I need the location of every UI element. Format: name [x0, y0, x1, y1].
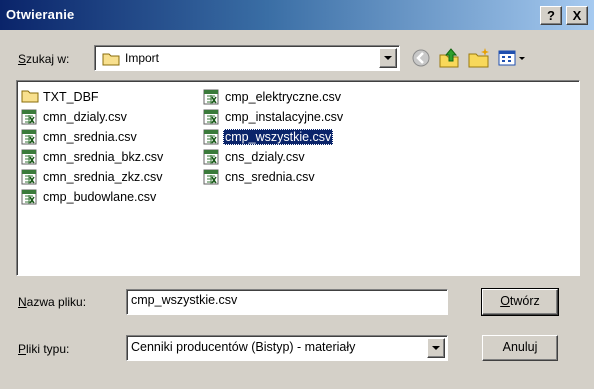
- file-name: cmp_wszystkie.csv: [223, 129, 334, 145]
- csv-file-icon: [21, 189, 39, 205]
- look-in-value: Import: [125, 51, 160, 65]
- back-icon[interactable]: [408, 45, 434, 71]
- csv-file-icon: [21, 129, 39, 145]
- folder-icon: [21, 89, 39, 105]
- list-item[interactable]: cmp_budowlane.csv: [21, 187, 165, 207]
- file-name: cns_dzialy.csv: [225, 150, 305, 164]
- file-name: cns_srednia.csv: [225, 170, 315, 184]
- filename-label: Nazwa pliku:: [18, 295, 87, 309]
- window-title: Otwieranie: [6, 7, 75, 22]
- list-item[interactable]: cmn_dzialy.csv: [21, 107, 165, 127]
- up-folder-icon[interactable]: [436, 45, 462, 71]
- close-button[interactable]: X: [566, 6, 588, 25]
- csv-file-icon: [203, 109, 221, 125]
- list-item[interactable]: cmn_srednia_bkz.csv: [21, 147, 165, 167]
- folder-icon: [102, 52, 120, 69]
- file-name: cmn_srednia.csv: [43, 130, 137, 144]
- file-name: cmp_elektryczne.csv: [225, 90, 342, 104]
- file-column-1: TXT_DBF cmn_dzialy.csv cmn_srednia.csv cmn_…: [21, 87, 165, 207]
- filename-input[interactable]: [131, 293, 441, 307]
- file-name: cmn_srednia_bkz.csv: [43, 150, 164, 164]
- csv-file-icon: [203, 169, 221, 185]
- csv-file-icon: [203, 149, 221, 165]
- list-item[interactable]: cns_srednia.csv: [203, 167, 345, 187]
- title-bar[interactable]: Otwieranie ? X: [0, 0, 594, 30]
- file-column-2: cmp_elektryczne.csv cmp_instalacyjne.csvc…: [203, 87, 345, 187]
- list-item[interactable]: cmp_wszystkie.csv: [203, 127, 345, 147]
- file-name: cmp_budowlane.csv: [43, 190, 157, 204]
- look-in-combobox[interactable]: Import: [94, 45, 400, 71]
- csv-file-icon: [203, 89, 221, 105]
- filetype-label: Pliki typu:: [18, 342, 70, 356]
- list-item[interactable]: cns_dzialy.csv: [203, 147, 345, 167]
- list-item[interactable]: cmn_srednia.csv: [21, 127, 165, 147]
- filename-field[interactable]: [126, 289, 448, 315]
- open-file-dialog: Otwieranie ? X Szukaj w: Import TXT_DBFc…: [0, 0, 594, 389]
- file-name: cmn_dzialy.csv: [43, 110, 127, 124]
- list-item[interactable]: cmn_srednia_zkz.csv: [21, 167, 165, 187]
- cancel-button[interactable]: Anuluj: [482, 335, 558, 361]
- file-list[interactable]: TXT_DBF cmn_dzialy.csv cmn_srednia.csv cmn_…: [16, 80, 580, 276]
- file-name: TXT_DBF: [43, 90, 99, 104]
- list-item[interactable]: cmp_instalacyjne.csv: [203, 107, 345, 127]
- open-button[interactable]: Otwórz: [481, 288, 559, 316]
- view-menu-icon[interactable]: [496, 45, 530, 71]
- filetype-combobox[interactable]: Cenniki producentów (Bistyp) - materiały: [126, 335, 448, 361]
- filetype-value: Cenniki producentów (Bistyp) - materiały: [131, 340, 356, 354]
- list-item[interactable]: TXT_DBF: [21, 87, 165, 107]
- look-in-dropdown-button[interactable]: [379, 48, 397, 68]
- look-in-label: Szukaj w:: [18, 52, 70, 66]
- csv-file-icon: [21, 169, 39, 185]
- list-item[interactable]: cmp_elektryczne.csv: [203, 87, 345, 107]
- help-button[interactable]: ?: [540, 6, 562, 25]
- csv-file-icon: [21, 109, 39, 125]
- file-name: cmp_instalacyjne.csv: [225, 110, 344, 124]
- file-name: cmn_srednia_zkz.csv: [43, 170, 163, 184]
- new-folder-icon[interactable]: [466, 45, 492, 71]
- filetype-dropdown-button[interactable]: [427, 338, 445, 358]
- csv-file-icon: [21, 149, 39, 165]
- csv-file-icon: [203, 129, 221, 145]
